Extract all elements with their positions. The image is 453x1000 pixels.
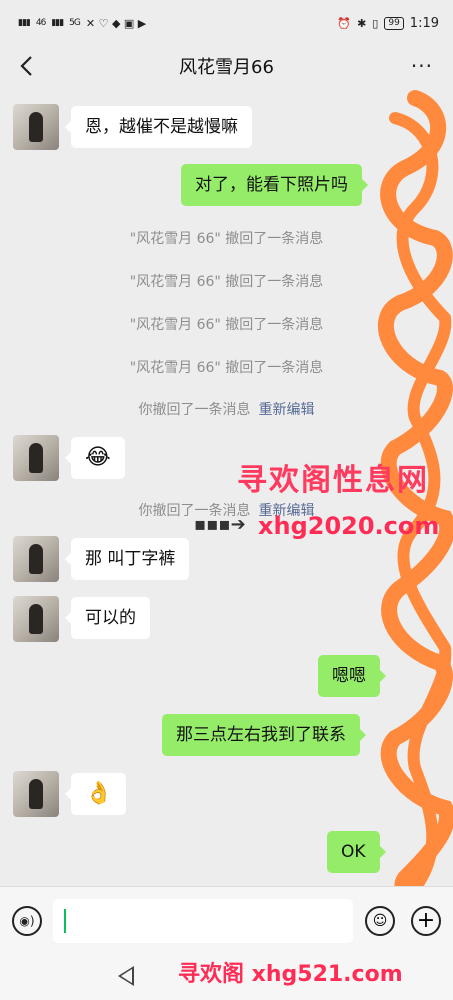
message-bubble-incoming[interactable]: 恩，越催不是越慢嘛: [65, 106, 252, 148]
chat-header: 风花雪月66 ···: [0, 46, 453, 86]
recall-notice: "风花雪月 66" 撤回了一条消息: [129, 274, 324, 290]
more-icon[interactable]: ···: [411, 54, 433, 78]
app-notification-icons: ✕ ♡ ◆ ▣ ▶: [85, 16, 147, 30]
recall-notice: "风花雪月 66" 撤回了一条消息: [129, 360, 324, 376]
emoji-icon[interactable]: ☺: [365, 906, 395, 936]
watermark-url: xhg2020.com: [258, 512, 440, 540]
status-bar: ▮▮▮ 46 ▮▮▮ 5G ✕ ♡ ◆ ▣ ▶ ⏰ ✱ ▯ 99 1:19: [0, 0, 453, 46]
back-icon[interactable]: [14, 52, 42, 80]
input-bar: ◉) ☺ +: [0, 886, 453, 954]
contact-avatar[interactable]: [13, 771, 59, 817]
message-bubble-emoji[interactable]: 👌: [64, 773, 127, 815]
self-recall-text: 你撤回了一条消息: [138, 402, 251, 418]
message-bubble-outgoing[interactable]: 那三点左右我到了联系: [162, 714, 366, 756]
contact-avatar[interactable]: [13, 104, 59, 150]
status-left: ▮▮▮ 46 ▮▮▮ 5G ✕ ♡ ◆ ▣ ▶: [18, 17, 146, 30]
signal-icon-2: ▮▮▮: [51, 18, 64, 28]
voice-icon[interactable]: ◉): [12, 906, 42, 936]
signal-icon: ▮▮▮: [18, 18, 31, 28]
self-recall-notice: 你撤回了一条消息 重新编辑: [0, 399, 453, 419]
arrow-icon: ▪▪▪➔: [194, 514, 246, 535]
watermark-bottom: 寻欢阁 xhg521.com: [178, 962, 403, 987]
signal-label-1: 46: [35, 18, 47, 28]
plus-icon[interactable]: +: [411, 906, 441, 936]
message-bubble-incoming[interactable]: 可以的: [65, 597, 150, 639]
signal-label-2: 5G: [69, 18, 81, 28]
chat-title: 风花雪月66: [179, 57, 274, 78]
battery-icon: 99: [384, 16, 404, 30]
contact-avatar[interactable]: [13, 596, 59, 642]
contact-avatar[interactable]: [13, 536, 59, 582]
alarm-icon: ⏰: [337, 16, 352, 30]
recall-notice: "风花雪月 66" 撤回了一条消息: [129, 231, 324, 247]
recall-notice: "风花雪月 66" 撤回了一条消息: [129, 317, 324, 333]
message-bubble-incoming[interactable]: 那 叫丁字裤: [64, 538, 190, 580]
nav-back-icon[interactable]: [118, 966, 134, 986]
re-edit-link[interactable]: 重新编辑: [259, 402, 315, 418]
status-right: ⏰ ✱ ▯ 99 1:19: [337, 16, 439, 31]
message-bubble-outgoing[interactable]: 嗯嗯: [318, 655, 386, 697]
bluetooth-icon: ✱: [357, 16, 367, 30]
clock: 1:19: [409, 15, 439, 31]
contact-avatar[interactable]: [13, 435, 59, 481]
watermark-text: 寻欢阁性息网: [237, 463, 429, 498]
text-cursor: [64, 909, 66, 933]
message-input[interactable]: [53, 899, 353, 943]
message-bubble-outgoing[interactable]: 对了，能看下照片吗: [181, 164, 368, 206]
message-bubble-outgoing[interactable]: OK: [327, 831, 386, 873]
message-bubble-emoji[interactable]: 😂: [65, 437, 125, 479]
vibrate-icon: ▯: [372, 16, 379, 30]
